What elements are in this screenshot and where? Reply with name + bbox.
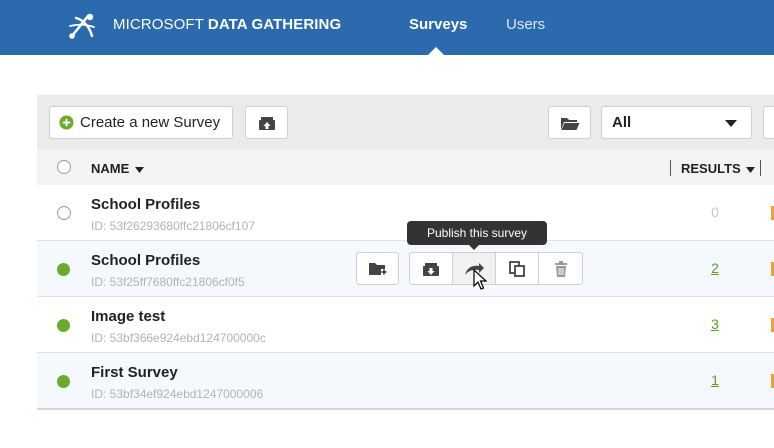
survey-id: ID: 53f25ff7680ffc21806cf0f5 bbox=[91, 275, 245, 289]
plus-circle-icon bbox=[59, 115, 74, 130]
nav-tab-users[interactable]: Users bbox=[506, 16, 545, 33]
archive-survey-button[interactable] bbox=[410, 253, 453, 284]
published-status-indicator bbox=[57, 263, 70, 276]
box-download-icon bbox=[423, 262, 439, 276]
mouse-pointer-icon bbox=[473, 269, 487, 290]
table-bottom-border bbox=[37, 408, 774, 410]
folder-open-icon bbox=[560, 117, 579, 130]
results-count-link[interactable]: 1 bbox=[707, 372, 723, 388]
survey-name[interactable]: Image test bbox=[91, 308, 165, 325]
table-row[interactable]: School Profiles ID: 53f26293680ffc21806c… bbox=[37, 185, 774, 241]
published-status-indicator bbox=[57, 375, 70, 388]
duplicate-survey-button[interactable] bbox=[496, 253, 539, 284]
move-to-folder-button[interactable] bbox=[356, 252, 399, 285]
toolbar-overflow-control[interactable] bbox=[763, 106, 774, 139]
create-survey-button[interactable]: Create a new Survey bbox=[49, 106, 233, 139]
table-row[interactable]: School Profiles ID: 53f25ff7680ffc21806c… bbox=[37, 241, 774, 297]
sort-caret-icon bbox=[746, 166, 756, 173]
publish-tooltip: Publish this survey bbox=[407, 221, 547, 245]
microsoft-data-gathering-logo-icon[interactable] bbox=[66, 10, 98, 42]
folder-button[interactable] bbox=[548, 106, 591, 139]
survey-name[interactable]: School Profiles bbox=[91, 252, 200, 269]
tooltip-arrow bbox=[469, 245, 479, 250]
brand-bold-text: DATA GATHERING bbox=[207, 16, 342, 33]
survey-filter-select[interactable]: All bbox=[601, 106, 752, 139]
select-all-radio[interactable] bbox=[57, 160, 71, 174]
nav-tab-surveys[interactable]: Surveys bbox=[409, 16, 467, 33]
survey-id: ID: 53bf366e924ebd124700000c bbox=[91, 331, 266, 345]
sort-caret-icon bbox=[134, 166, 144, 173]
survey-id: ID: 53bf34ef924ebd1247000006 bbox=[91, 387, 264, 401]
table-header: NAME RESULTS bbox=[37, 150, 774, 185]
unpublished-status-indicator[interactable] bbox=[57, 206, 71, 220]
import-survey-button[interactable] bbox=[245, 106, 288, 139]
name-column-label: NAME bbox=[91, 161, 130, 176]
top-navigation-bar: MICROSOFT DATA GATHERING Surveys Users bbox=[0, 0, 774, 55]
results-count: 0 bbox=[711, 204, 719, 220]
results-column-label: RESULTS bbox=[681, 161, 741, 176]
table-row[interactable]: Image test ID: 53bf366e924ebd124700000c … bbox=[37, 297, 774, 353]
results-column-header[interactable]: RESULTS bbox=[681, 161, 756, 176]
survey-name[interactable]: School Profiles bbox=[91, 196, 200, 213]
survey-name[interactable]: First Survey bbox=[91, 364, 178, 381]
create-survey-label: Create a new Survey bbox=[80, 114, 221, 131]
name-column-header[interactable]: NAME bbox=[91, 161, 144, 176]
folder-plus-icon bbox=[368, 262, 387, 275]
copy-icon bbox=[509, 260, 525, 277]
app-brand[interactable]: MICROSOFT DATA GATHERING bbox=[113, 16, 341, 33]
active-tab-indicator bbox=[428, 47, 444, 55]
surveys-toolbar: Create a new Survey All bbox=[37, 95, 774, 150]
survey-actions-group bbox=[409, 252, 583, 285]
chevron-down-icon bbox=[725, 120, 737, 127]
brand-light-text: MICROSOFT bbox=[113, 16, 204, 33]
column-divider bbox=[670, 160, 671, 176]
delete-survey-button[interactable] bbox=[539, 253, 582, 284]
column-divider bbox=[760, 160, 761, 176]
results-count-link[interactable]: 3 bbox=[707, 316, 723, 332]
published-status-indicator bbox=[57, 319, 70, 332]
results-count-link[interactable]: 2 bbox=[707, 260, 723, 276]
survey-id: ID: 53f26293680ffc21806cf107 bbox=[91, 219, 255, 233]
box-upload-icon bbox=[258, 116, 275, 130]
table-row[interactable]: First Survey ID: 53bf34ef924ebd124700000… bbox=[37, 353, 774, 409]
filter-selected-value: All bbox=[612, 114, 632, 131]
trash-icon bbox=[554, 260, 567, 277]
